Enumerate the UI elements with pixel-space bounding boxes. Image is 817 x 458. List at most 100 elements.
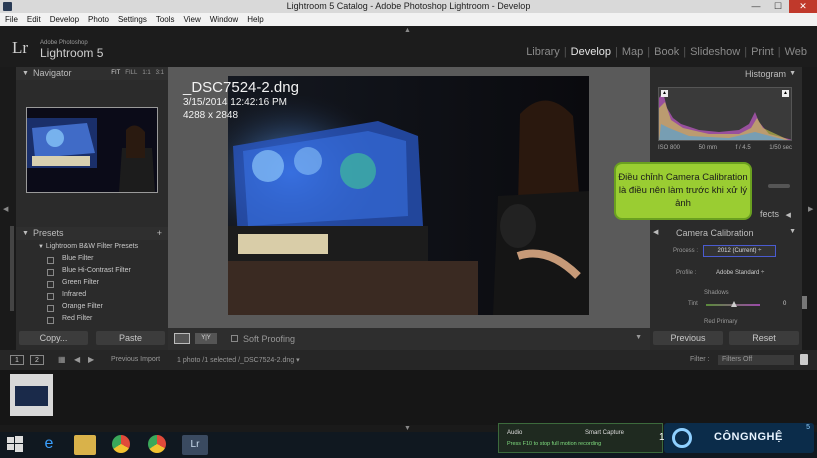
- menu-file[interactable]: File: [5, 15, 18, 24]
- navigator-collapse-icon: ▼: [22, 70, 29, 77]
- photo-filename: _DSC7524-2.dng: [183, 79, 299, 96]
- module-print[interactable]: Print: [751, 46, 774, 58]
- preset-item[interactable]: Orange Filter: [16, 301, 168, 313]
- menu-edit[interactable]: Edit: [27, 15, 41, 24]
- menu-help[interactable]: Help: [247, 15, 263, 24]
- menu-tools[interactable]: Tools: [156, 15, 175, 24]
- recorder-audio[interactable]: Audio: [507, 430, 522, 436]
- loupe-view-icon[interactable]: [174, 333, 190, 344]
- module-library[interactable]: Library: [526, 46, 560, 58]
- module-map[interactable]: Map: [622, 46, 643, 58]
- zoom-3-1[interactable]: 3:1: [156, 67, 164, 80]
- top-panel-toggle-icon[interactable]: ▲: [404, 27, 411, 34]
- toolbar-menu-icon[interactable]: ▼: [635, 334, 642, 341]
- zoom-fill[interactable]: FILL: [125, 67, 137, 80]
- back-arrow-icon[interactable]: ◀: [74, 355, 80, 364]
- photo-info-overlay: _DSC7524-2.dng 3/15/2014 12:42:16 PM 428…: [183, 79, 299, 122]
- preset-item[interactable]: Blue Filter: [16, 253, 168, 265]
- chrome-icon[interactable]: [112, 435, 130, 453]
- navigator-preview[interactable]: [26, 107, 158, 193]
- menu-view[interactable]: View: [184, 15, 201, 24]
- menu-develop[interactable]: Develop: [50, 15, 79, 24]
- zoom-1-1[interactable]: 1:1: [142, 67, 150, 80]
- left-panel-toggle-icon[interactable]: ◀: [3, 205, 8, 213]
- previous-button[interactable]: Previous: [653, 331, 723, 345]
- bottom-panel-toggle-icon[interactable]: ▼: [404, 425, 411, 432]
- close-button[interactable]: ✕: [789, 0, 817, 13]
- selection-info[interactable]: 1 photo /1 selected /_DSC7524-2.dng ▾: [177, 356, 300, 364]
- watermark-logo-icon: [672, 428, 692, 448]
- preset-item[interactable]: Green Filter: [16, 277, 168, 289]
- shadow-clipping-icon[interactable]: ▲: [661, 90, 668, 97]
- filter-select[interactable]: Filters Off: [718, 355, 794, 365]
- app-name: Lightroom 5: [40, 46, 104, 60]
- module-separator: |: [615, 46, 618, 58]
- chrome-icon-2[interactable]: [148, 435, 166, 453]
- soft-proofing-label: Soft Proofing: [243, 334, 296, 344]
- highlight-clipping-icon[interactable]: ▲: [782, 90, 789, 97]
- panel-slider-track[interactable]: [768, 184, 790, 188]
- filmstrip-thumbnail[interactable]: [10, 374, 53, 416]
- lightroom-taskbar-icon[interactable]: Lr: [182, 435, 208, 455]
- effects-label: fects: [760, 209, 780, 219]
- menu-settings[interactable]: Settings: [118, 15, 147, 24]
- window-titlebar: Lightroom 5 Catalog - Adobe Photoshop Li…: [0, 0, 817, 13]
- module-book[interactable]: Book: [654, 46, 679, 58]
- presets-header[interactable]: ▼ Presets +: [16, 227, 168, 240]
- paste-button[interactable]: Paste: [96, 331, 165, 345]
- soft-proofing-checkbox[interactable]: [231, 335, 238, 342]
- exif-focal: 50 mm: [698, 145, 717, 151]
- filter-lock-icon[interactable]: [800, 354, 808, 365]
- watermark-suffix: 5: [806, 424, 810, 431]
- grid-view-icon[interactable]: ▦: [58, 355, 66, 364]
- profile-select[interactable]: Adobe Standard ÷: [716, 270, 764, 276]
- monitor-2-button[interactable]: 2: [30, 355, 44, 365]
- module-web[interactable]: Web: [785, 46, 807, 58]
- preset-item[interactable]: Red Filter: [16, 313, 168, 325]
- histogram-header[interactable]: Histogram ▼: [650, 67, 802, 81]
- forward-arrow-icon[interactable]: ▶: [88, 355, 94, 364]
- maximize-button[interactable]: ☐: [767, 0, 789, 13]
- module-separator: |: [647, 46, 651, 58]
- menu-bar: File Edit Develop Photo Settings Tools V…: [0, 13, 817, 26]
- preset-item[interactable]: Infrared: [16, 289, 168, 301]
- exif-aperture: f / 4.5: [735, 145, 751, 151]
- tint-slider-handle[interactable]: [731, 301, 737, 307]
- histogram-title: Histogram: [744, 69, 786, 79]
- photo-dimensions: 4288 x 2848: [183, 110, 239, 121]
- windows-start-icon[interactable]: [6, 435, 28, 455]
- before-after-view-button[interactable]: Y|Y: [195, 333, 217, 344]
- navigator-header[interactable]: ▼ Navigator FIT FILL 1:1 3:1: [16, 67, 168, 80]
- file-explorer-icon[interactable]: [74, 435, 96, 455]
- preset-folder[interactable]: ▼ Lightroom B&W Filter Presets: [16, 241, 168, 253]
- zoom-fit[interactable]: FIT: [111, 67, 120, 80]
- copy-paste-bar: Copy... Paste: [16, 328, 168, 350]
- histogram[interactable]: ▲ ▲: [658, 87, 792, 141]
- preset-folder-label: Lightroom B&W Filter Presets: [45, 243, 139, 250]
- red-primary-label: Red Primary: [704, 319, 738, 325]
- window-title: Lightroom 5 Catalog - Adobe Photoshop Li…: [286, 1, 531, 11]
- menu-photo[interactable]: Photo: [88, 15, 109, 24]
- monitor-1-button[interactable]: 1: [10, 355, 24, 365]
- folder-expand-icon: ▼: [38, 244, 44, 250]
- copy-button[interactable]: Copy...: [19, 331, 88, 345]
- process-version-select[interactable]: 2012 (Current) ÷: [703, 245, 776, 257]
- module-slideshow[interactable]: Slideshow: [690, 46, 740, 58]
- source-label[interactable]: Previous Import: [111, 356, 160, 363]
- add-preset-button[interactable]: +: [157, 227, 162, 240]
- effects-panel-header[interactable]: fects ◀: [760, 209, 791, 219]
- reset-button[interactable]: Reset: [729, 331, 799, 345]
- left-panel-scrollbar[interactable]: [10, 226, 14, 311]
- recorder-hint: Press F10 to stop full motion recording: [507, 441, 602, 447]
- preset-item[interactable]: Blue Hi-Contrast Filter: [16, 265, 168, 277]
- internet-explorer-icon[interactable]: e: [38, 435, 60, 455]
- menu-window[interactable]: Window: [210, 15, 238, 24]
- camera-calibration-header[interactable]: ◀ Camera Calibration ▼: [651, 226, 799, 240]
- recorder-capture[interactable]: Smart Capture: [585, 430, 624, 436]
- minimize-button[interactable]: —: [745, 0, 767, 13]
- module-separator: |: [777, 46, 781, 58]
- tint-value[interactable]: 0: [783, 301, 786, 307]
- module-develop[interactable]: Develop: [571, 46, 611, 58]
- right-panel-scrollbar[interactable]: [802, 296, 807, 309]
- right-panel-toggle-icon[interactable]: ▶: [808, 205, 813, 213]
